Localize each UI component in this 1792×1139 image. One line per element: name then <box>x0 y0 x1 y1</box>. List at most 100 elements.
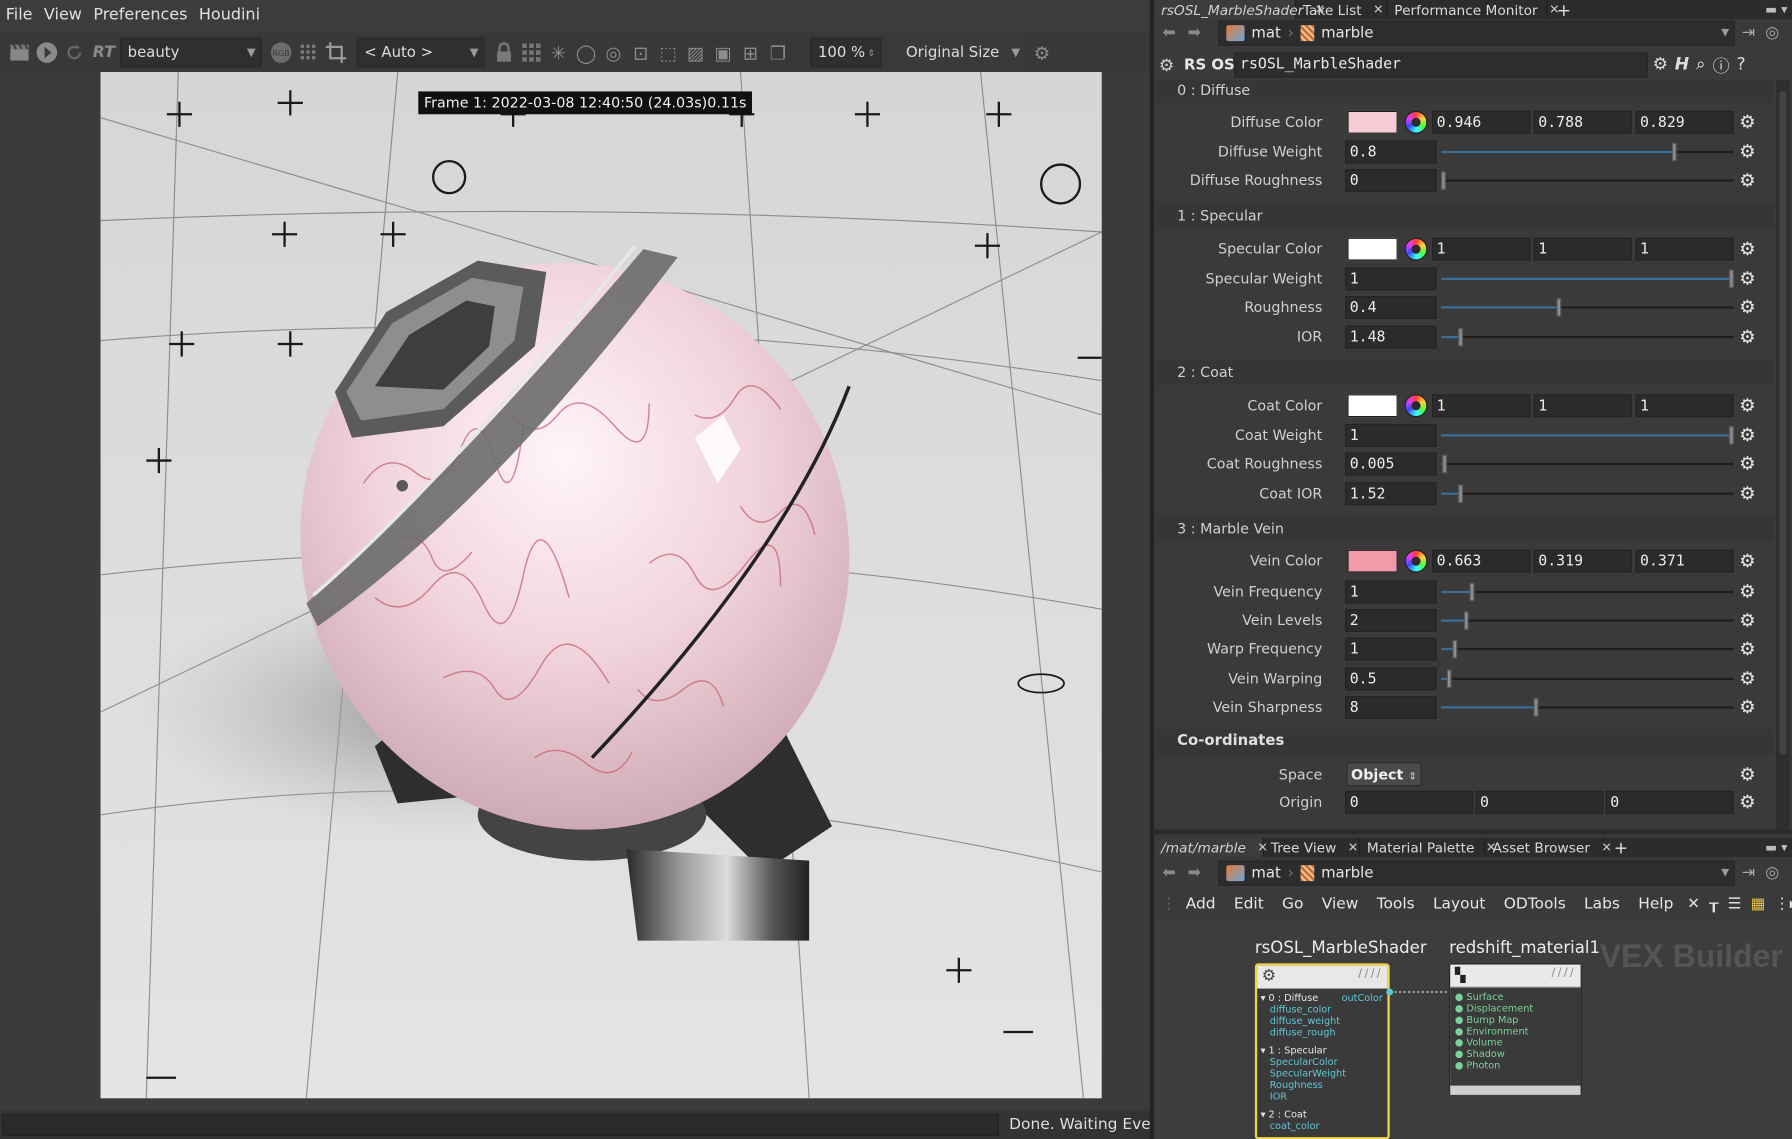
link-icon[interactable]: ◎ <box>1765 24 1779 42</box>
color-wheel-icon[interactable] <box>1404 549 1428 573</box>
rt-label[interactable]: RT <box>93 43 116 61</box>
value-field[interactable]: 1 <box>1345 423 1437 447</box>
menu-houdini[interactable]: Houdini <box>193 6 266 24</box>
pane-menu-icon[interactable]: ▾ <box>1781 2 1787 17</box>
gear-icon[interactable]: ⚙ <box>1737 111 1758 133</box>
color-swatch[interactable] <box>1347 110 1398 134</box>
value-field[interactable]: 8 <box>1345 695 1437 719</box>
close-icon[interactable]: ✕ <box>1348 840 1359 855</box>
value-slider[interactable] <box>1441 298 1734 317</box>
refresh-icon[interactable] <box>62 40 87 65</box>
gear-icon[interactable]: ⚙ <box>1737 297 1758 318</box>
options-icon[interactable]: ⋮▸ <box>1774 895 1792 913</box>
brush-icon[interactable]: ▨ <box>683 40 708 65</box>
value-slider[interactable] <box>1441 142 1734 162</box>
slider-knob[interactable] <box>1469 582 1475 602</box>
value-field[interactable]: 0.8 <box>1345 140 1437 164</box>
zoom-field[interactable]: 100 % ⇕ <box>809 37 881 68</box>
port-bump-map[interactable]: ● Bump Map <box>1455 1015 1581 1026</box>
value-field[interactable]: 1 <box>1345 267 1437 291</box>
value-slider[interactable] <box>1441 639 1734 659</box>
size-mode-select[interactable]: Original Size ▼ <box>889 37 1025 68</box>
slider-knob[interactable] <box>1464 611 1469 630</box>
path-dropdown-icon[interactable]: ▼ <box>1721 27 1729 38</box>
path-seg-mat[interactable]: mat <box>1251 865 1280 882</box>
value-b[interactable]: 0.371 <box>1635 549 1734 573</box>
menu-tools[interactable]: Tools <box>1368 895 1424 913</box>
settings-gear-icon[interactable]: ⚙ <box>1029 40 1054 65</box>
path-dropdown-icon[interactable]: ▼ <box>1721 867 1729 878</box>
maximize-icon[interactable]: ▬ <box>1765 2 1777 17</box>
value-r[interactable]: 0.946 <box>1431 110 1531 134</box>
value-slider[interactable] <box>1441 269 1734 288</box>
pin-icon[interactable]: ⇥ <box>1742 864 1755 882</box>
copy-icon[interactable]: ❐ <box>765 40 790 65</box>
gear-icon[interactable]: ⚙ <box>1737 395 1758 416</box>
slider-knob[interactable] <box>1533 698 1538 717</box>
value-field[interactable]: 1.48 <box>1345 325 1437 349</box>
node-redshift-material1[interactable]: ▚ //// ● Surface ● Displacement ● Bump M… <box>1449 963 1582 1095</box>
gear-icon[interactable]: ⚙ <box>1737 483 1758 504</box>
network-editor[interactable]: VEX Builder rsOSL_MarbleShader ⚙ //// ▾ … <box>1154 919 1792 1139</box>
add-snapshot-icon[interactable]: ⊞ <box>738 40 763 65</box>
slider-knob[interactable] <box>1452 639 1458 659</box>
gear-icon[interactable]: ⚙ <box>1737 141 1758 163</box>
tree-icon[interactable]: ┰ <box>1709 895 1718 913</box>
section-diffuse[interactable]: 0 : Diffuse <box>1156 79 1774 103</box>
port-shadow[interactable]: ● Shadow <box>1455 1049 1581 1060</box>
slider-knob[interactable] <box>1729 426 1734 445</box>
value-slider[interactable] <box>1441 327 1734 347</box>
path-seg-marble[interactable]: marble <box>1321 25 1373 42</box>
search-icon[interactable]: ⌕ <box>1696 53 1706 77</box>
value-g[interactable]: 0.788 <box>1533 110 1632 134</box>
aov-select[interactable]: beauty ▼ <box>119 37 262 68</box>
value-slider[interactable] <box>1441 484 1734 503</box>
clapper-icon[interactable] <box>7 40 32 65</box>
menu-handle-icon[interactable]: ⋮ <box>1154 895 1176 913</box>
value-r[interactable]: 1 <box>1431 394 1531 418</box>
scrollbar-thumb[interactable] <box>1779 91 1787 755</box>
tab-material-palette[interactable]: Material Palette ✕ <box>1360 837 1496 858</box>
info-icon[interactable]: ⓘ <box>1712 53 1729 77</box>
port-surface[interactable]: ● Surface <box>1455 992 1581 1003</box>
value-slider[interactable] <box>1441 454 1734 474</box>
value-field[interactable]: 1.52 <box>1345 482 1437 506</box>
tab-take-list[interactable]: Take List ✕ <box>1296 0 1388 20</box>
help-icon[interactable]: ? <box>1736 53 1745 77</box>
node-flags-icon[interactable]: //// <box>1551 967 1576 980</box>
path-field[interactable]: mat › marble ▼ <box>1218 860 1735 886</box>
gear-icon[interactable]: ⚙ <box>1737 550 1758 572</box>
rgb-icon[interactable]: RGB <box>268 40 293 65</box>
slider-knob[interactable] <box>1458 484 1463 503</box>
forward-arrow-icon[interactable]: ➡ <box>1182 864 1207 882</box>
value-slider[interactable] <box>1441 698 1734 717</box>
section-marble-vein[interactable]: 3 : Marble Vein <box>1156 516 1774 542</box>
path-seg-marble[interactable]: marble <box>1321 865 1373 882</box>
value-slider[interactable] <box>1441 611 1734 630</box>
value-slider[interactable] <box>1441 582 1734 602</box>
value-slider[interactable] <box>1441 426 1734 445</box>
maximize-icon[interactable]: ▬ <box>1765 840 1777 855</box>
tab-tree-view[interactable]: Tree View ✕ <box>1264 837 1360 858</box>
gear-icon[interactable]: ⚙ <box>1737 668 1758 690</box>
render-image[interactable] <box>100 71 1102 1099</box>
add-tab-icon[interactable]: + <box>1614 837 1628 858</box>
gear-icon[interactable]: ⚙ <box>1737 238 1758 260</box>
value-field[interactable]: 0.4 <box>1345 295 1437 319</box>
value-r[interactable]: 0.663 <box>1431 549 1531 573</box>
node2-title[interactable]: redshift_material1 <box>1449 939 1600 957</box>
menu-go[interactable]: Go <box>1273 895 1313 913</box>
path-seg-mat[interactable]: mat <box>1251 25 1280 42</box>
grid-icon[interactable] <box>519 40 544 65</box>
value-field[interactable]: 0.005 <box>1345 452 1437 476</box>
path-field[interactable]: mat › marble ▼ <box>1218 20 1735 46</box>
menu-odtools[interactable]: ODTools <box>1495 895 1575 913</box>
value-slider[interactable] <box>1441 669 1734 688</box>
value-z[interactable]: 0 <box>1605 790 1734 814</box>
value-field[interactable]: 1 <box>1345 580 1437 604</box>
add-tab-icon[interactable]: + <box>1557 0 1571 20</box>
slider-knob[interactable] <box>1441 171 1446 190</box>
gear-icon[interactable]: ⚙ <box>1737 268 1758 290</box>
gear-icon[interactable]: ⚙ <box>1737 638 1758 660</box>
gear-icon[interactable]: ⚙ <box>1737 425 1758 446</box>
